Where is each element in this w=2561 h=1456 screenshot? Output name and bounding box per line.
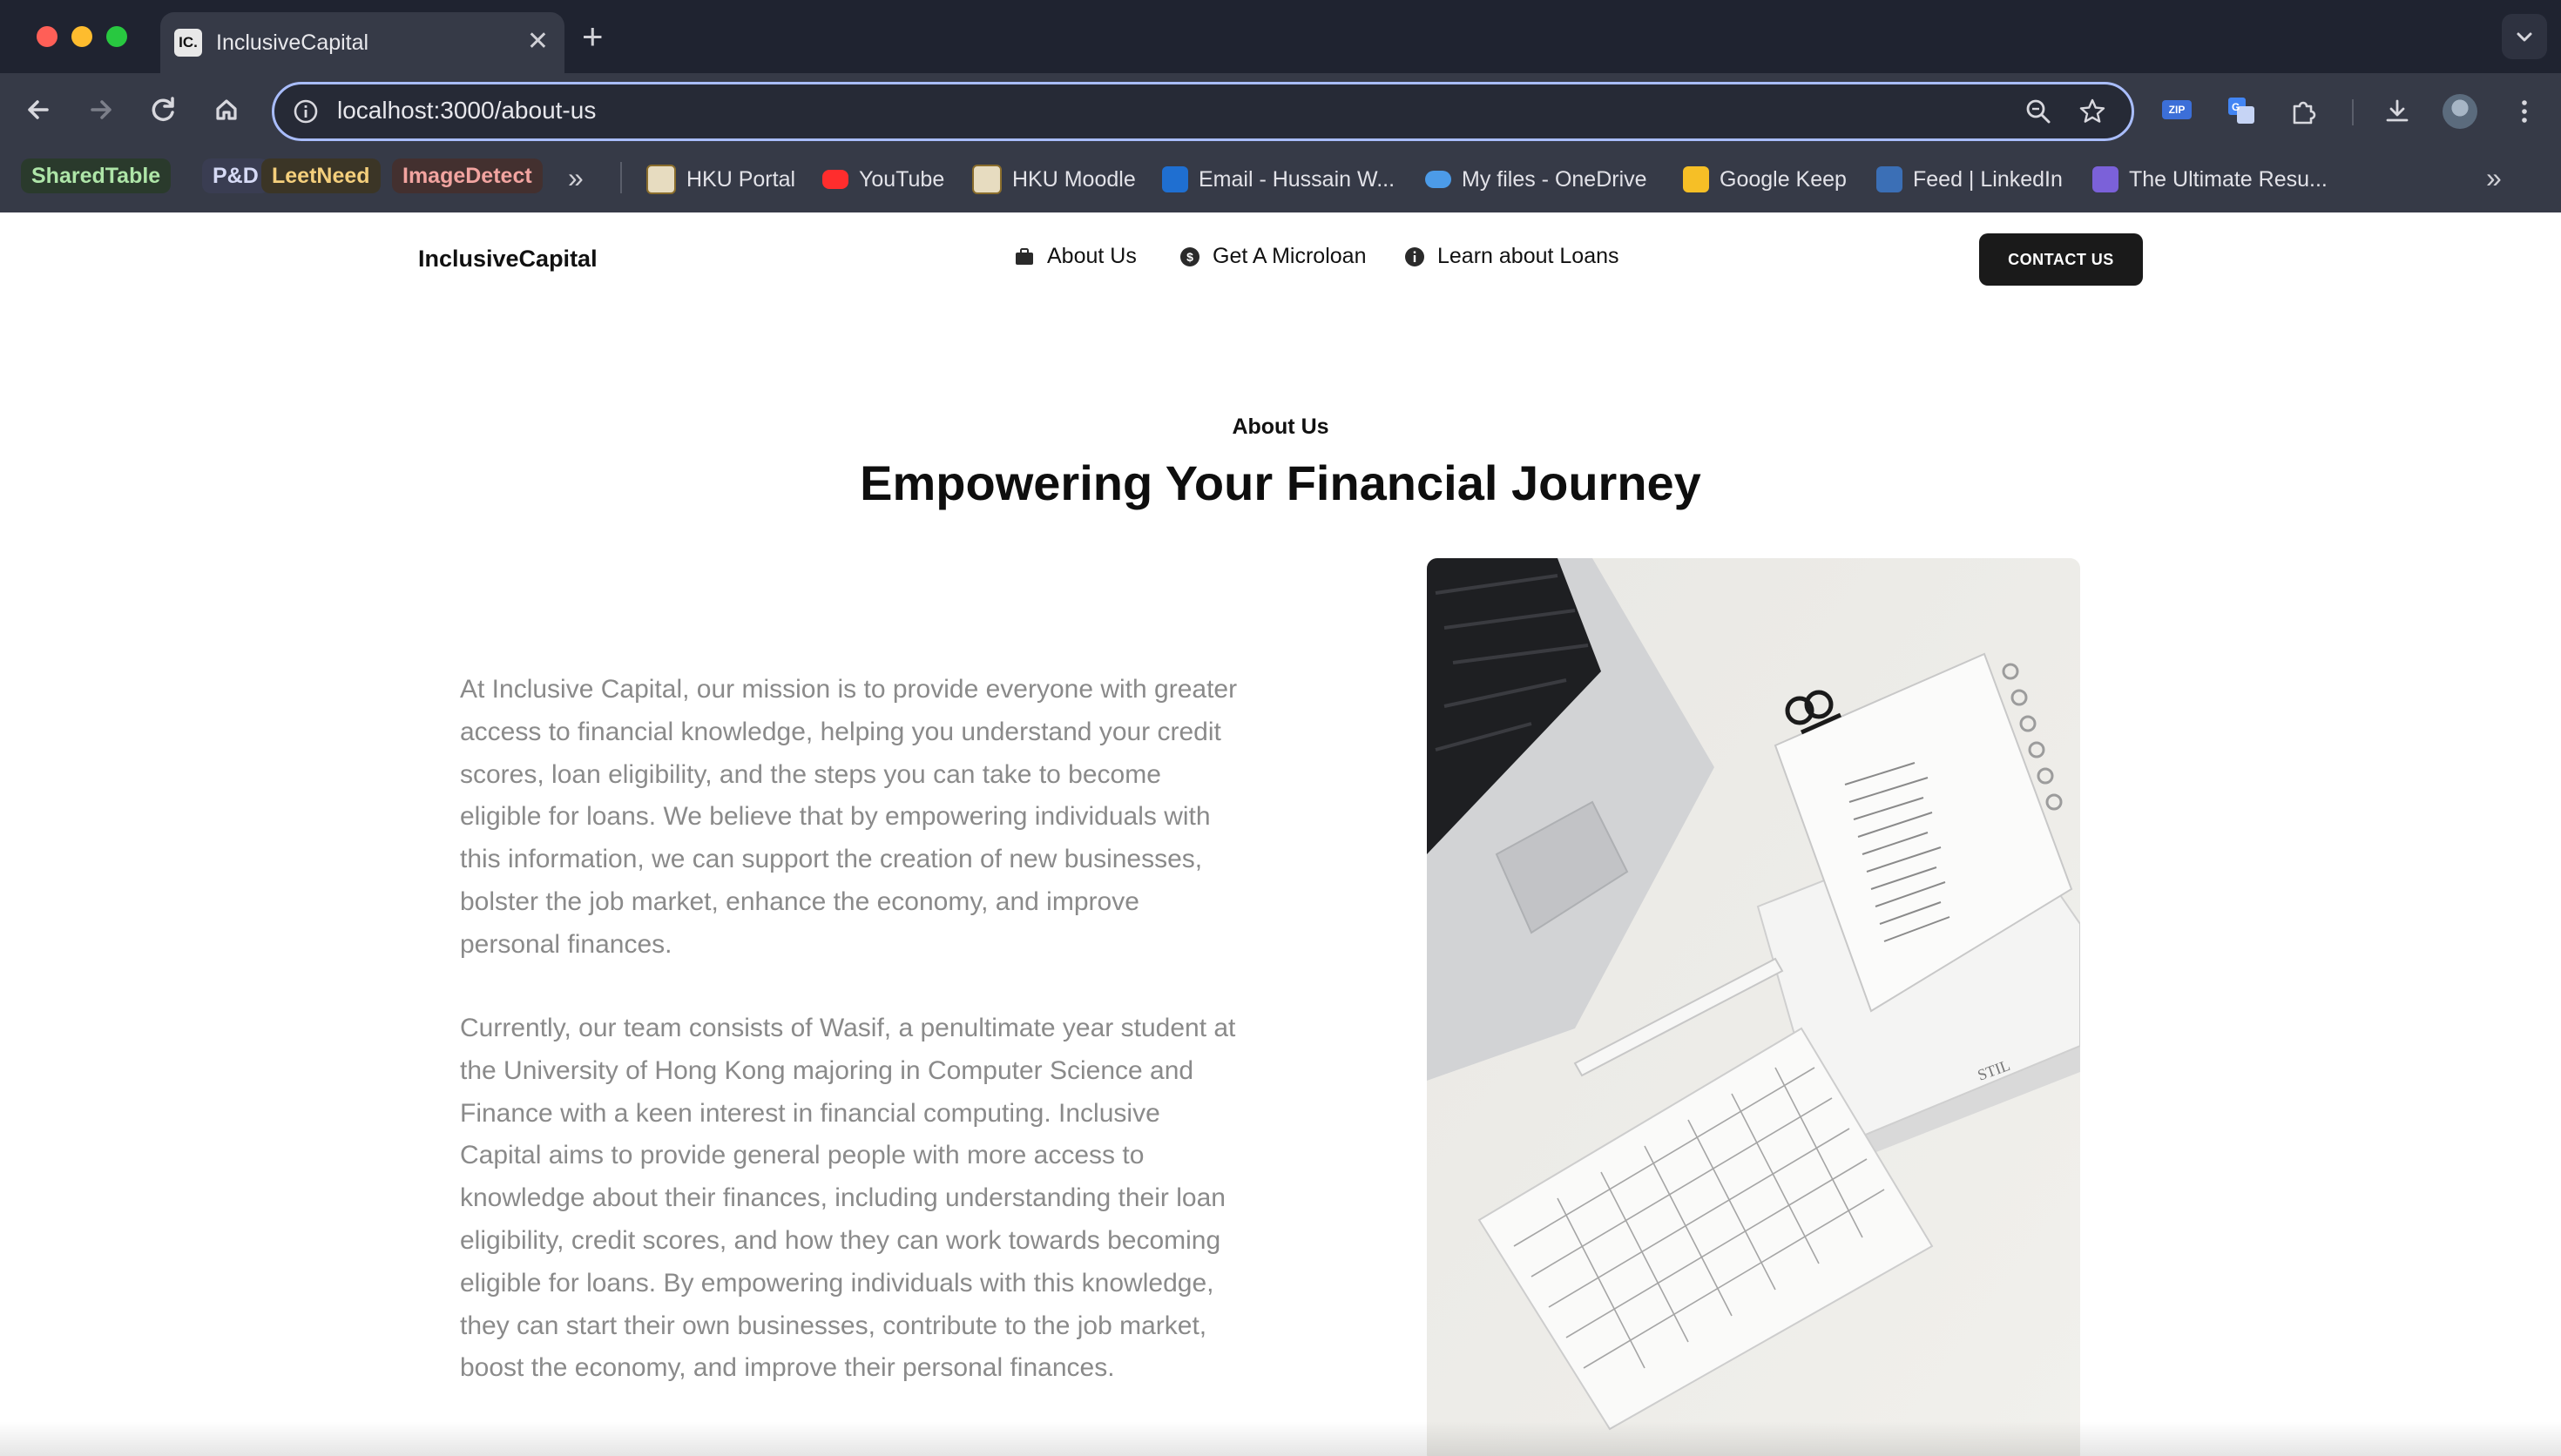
bookmark-pd[interactable]: P&D xyxy=(202,158,269,193)
resume-icon xyxy=(2092,166,2118,192)
close-window-button[interactable] xyxy=(37,26,57,47)
team-paragraph: Currently, our team consists of Wasif, a… xyxy=(460,1014,1236,1383)
nav-label: About Us xyxy=(1047,244,1137,268)
bookmark-label: YouTube xyxy=(859,167,945,192)
linkedin-icon xyxy=(1876,166,1902,192)
url-text[interactable]: localhost:3000/about-us xyxy=(337,97,596,125)
google-keep-icon xyxy=(1683,166,1709,192)
bookmark-sharedtable[interactable]: SharedTable xyxy=(21,158,172,193)
about-us-page: InclusiveCapital About Us $ Get A Microl… xyxy=(0,212,2561,1456)
bookmark-youtube[interactable]: YouTube xyxy=(822,164,944,195)
svg-text:G: G xyxy=(2232,101,2240,113)
browser-toolbar: localhost:3000/about-us ZIP G SharedTabl… xyxy=(0,73,2561,212)
chevron-down-icon xyxy=(2517,32,2532,42)
youtube-icon xyxy=(822,170,848,189)
svg-text:$: $ xyxy=(1186,250,1193,264)
translate-extension-icon[interactable]: G xyxy=(2227,96,2256,125)
dollar-circle-icon: $ xyxy=(1180,246,1199,266)
bookmarks-more-icon[interactable]: » xyxy=(2486,162,2502,193)
bookmark-leetneed[interactable]: LeetNeed xyxy=(261,158,381,193)
nav-label: Learn about Loans xyxy=(1437,244,1619,268)
tab-title: InclusiveCapital xyxy=(216,30,369,55)
zip-extension-icon[interactable]: ZIP xyxy=(2162,100,2192,119)
outlook-icon xyxy=(1162,166,1188,192)
browser-tab-active[interactable]: IC. InclusiveCapital ✕ xyxy=(160,12,564,73)
forward-arrow-icon[interactable] xyxy=(75,84,127,136)
bookmark-onedrive[interactable]: My files - OneDrive xyxy=(1425,164,1647,195)
bookmark-label: HKU Portal xyxy=(686,167,796,192)
tab-close-icon[interactable]: ✕ xyxy=(527,26,549,57)
desk-illustration: STIL xyxy=(1427,558,2080,1456)
reload-icon[interactable] xyxy=(138,84,190,136)
extensions-puzzle-icon[interactable] xyxy=(2287,96,2319,127)
home-icon[interactable] xyxy=(200,84,253,136)
hku-portal-icon xyxy=(646,165,676,194)
back-arrow-icon[interactable] xyxy=(12,84,64,136)
info-circle-icon xyxy=(1405,246,1424,266)
bookmark-ultimate-resume[interactable]: The Ultimate Resu... xyxy=(2092,164,2328,195)
site-brand-logo[interactable]: InclusiveCapital xyxy=(418,246,598,273)
bookmarks-divider xyxy=(620,162,622,193)
address-bar[interactable]: localhost:3000/about-us xyxy=(272,82,2134,141)
minimize-window-button[interactable] xyxy=(71,26,92,47)
contact-us-button[interactable]: CONTACT US xyxy=(1979,233,2143,286)
site-info-icon[interactable] xyxy=(292,98,320,125)
page-title: Empowering Your Financial Journey xyxy=(860,455,1701,510)
maximize-window-button[interactable] xyxy=(106,26,127,47)
bookmark-label: My files - OneDrive xyxy=(1462,167,1647,192)
new-tab-icon[interactable]: + xyxy=(582,16,604,57)
profile-avatar[interactable] xyxy=(2443,94,2477,129)
section-eyebrow: About Us xyxy=(1232,415,1329,439)
bookmarks-overflow-icon[interactable]: » xyxy=(568,162,584,193)
hero-desk-photo: STIL xyxy=(1427,558,2080,1456)
bookmark-hku-moodle[interactable]: HKU Moodle xyxy=(972,164,1136,195)
mission-paragraph: At Inclusive Capital, our mission is to … xyxy=(460,675,1238,959)
bookmark-label: Feed | LinkedIn xyxy=(1913,167,2063,192)
bookmark-label: Email - Hussain W... xyxy=(1199,167,1395,192)
bookmarks-bar: SharedTable P&D LeetNeed ImageDetect » H… xyxy=(0,148,2561,211)
tab-search-button[interactable] xyxy=(2502,14,2547,59)
bookmark-label: The Ultimate Resu... xyxy=(2129,167,2328,192)
briefcase-icon xyxy=(1016,247,1033,265)
toolbar-divider xyxy=(2352,99,2354,125)
onedrive-icon xyxy=(1425,171,1451,188)
nav-about-us[interactable]: About Us xyxy=(1014,244,1137,269)
nav-label: Get A Microloan xyxy=(1213,244,1367,268)
bottom-fade xyxy=(0,1421,2561,1456)
bookmark-imagedetect[interactable]: ImageDetect xyxy=(392,158,543,193)
nav-get-microloan[interactable]: $ Get A Microloan xyxy=(1179,244,1366,269)
more-menu-icon[interactable] xyxy=(2509,96,2540,127)
browser-titlebar: IC. InclusiveCapital ✕ + xyxy=(0,0,2561,73)
bookmark-label: Google Keep xyxy=(1720,167,1847,192)
nav-learn-about-loans[interactable]: Learn about Loans xyxy=(1404,244,1619,269)
download-icon[interactable] xyxy=(2382,96,2413,127)
bookmark-label: HKU Moodle xyxy=(1012,167,1136,192)
bookmark-google-keep[interactable]: Google Keep xyxy=(1683,164,1847,195)
hku-moodle-icon xyxy=(972,165,1002,194)
zoom-icon[interactable] xyxy=(2024,97,2053,126)
site-favicon-icon: IC. xyxy=(174,29,202,57)
bookmark-linkedin[interactable]: Feed | LinkedIn xyxy=(1876,164,2063,195)
bookmark-email[interactable]: Email - Hussain W... xyxy=(1162,164,1395,195)
bookmark-star-icon[interactable] xyxy=(2078,97,2107,126)
bookmark-hku-portal[interactable]: HKU Portal xyxy=(646,164,795,195)
